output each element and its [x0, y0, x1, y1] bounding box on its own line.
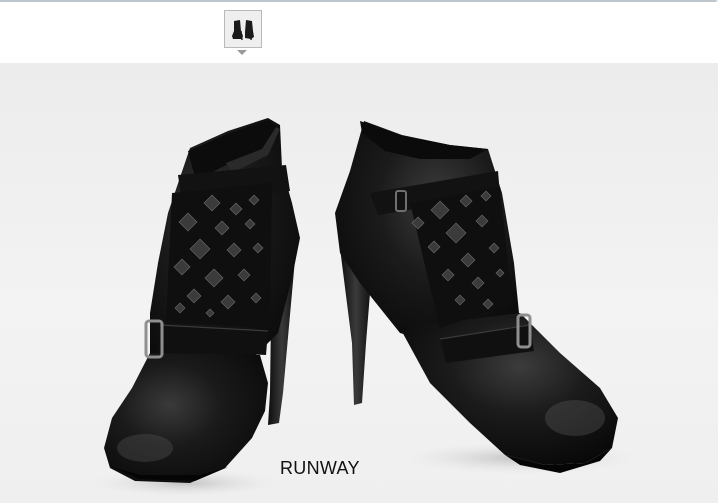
left-boot — [104, 118, 300, 483]
right-boot — [335, 121, 618, 473]
boots-thumbnail[interactable] — [224, 10, 262, 48]
boots-thumbnail-icon — [225, 11, 261, 47]
image-caption: RUNWAY — [280, 458, 360, 478]
product-gallery: RUNWAY — [0, 0, 718, 503]
studded-ankle-boots-image — [90, 118, 640, 497]
selected-thumbnail-indicator — [237, 50, 247, 55]
product-main-image — [0, 63, 718, 503]
thumbnail-strip — [0, 2, 718, 63]
